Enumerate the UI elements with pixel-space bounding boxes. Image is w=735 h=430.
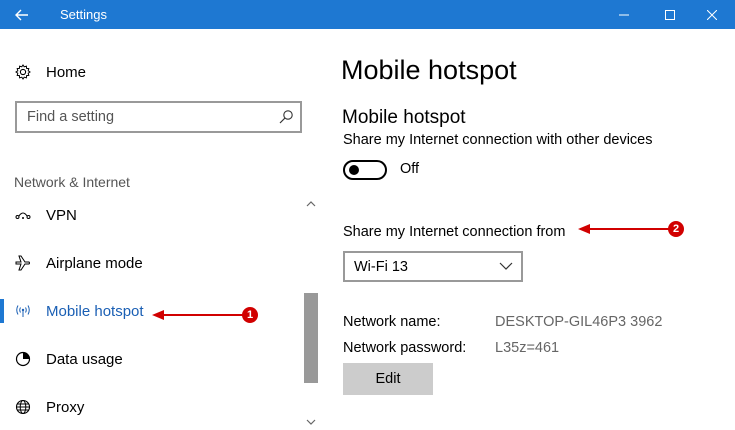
page-title: Mobile hotspot (341, 55, 517, 85)
scroll-up-icon[interactable] (306, 201, 316, 207)
annotation-badge-2: 2 (668, 221, 684, 237)
maximize-button[interactable] (647, 0, 693, 29)
minimize-icon (619, 14, 629, 15)
hotspot-icon (14, 302, 32, 320)
sidebar-item-label: Data usage (46, 350, 123, 368)
dropdown-value: Wi-Fi 13 (354, 259, 408, 275)
network-password-value: L35z=461 (495, 340, 560, 356)
annotation-arrow-1 (152, 310, 245, 320)
network-name-label: Network name: (343, 314, 441, 330)
edit-button[interactable]: Edit (343, 363, 433, 395)
share-from-dropdown[interactable]: Wi-Fi 13 (343, 251, 523, 282)
annotation-badge-1: 1 (242, 307, 258, 323)
close-button[interactable] (689, 0, 735, 29)
network-password-label: Network password: (343, 340, 467, 356)
share-from-label: Share my Internet connection from (343, 224, 566, 240)
search-icon[interactable] (278, 109, 294, 125)
window-title: Settings (60, 7, 107, 22)
vpn-icon (14, 206, 32, 224)
scroll-down-icon[interactable] (306, 419, 316, 425)
sidebar-item-data-usage[interactable]: Data usage (0, 341, 300, 377)
back-button[interactable] (0, 0, 44, 29)
network-name-value: DESKTOP-GIL46P3 3962 (495, 314, 663, 330)
close-icon (707, 9, 717, 20)
section-title: Mobile hotspot (342, 107, 466, 128)
back-arrow-icon (15, 9, 28, 20)
toggle-knob (349, 165, 359, 175)
maximize-icon (665, 9, 675, 20)
minimize-button[interactable] (601, 0, 647, 29)
title-bar: Settings (0, 0, 735, 29)
data-usage-icon (14, 350, 32, 368)
sidebar-item-label: VPN (46, 206, 77, 224)
active-indicator (0, 299, 4, 323)
sidebar-scrollbar[interactable] (302, 197, 318, 429)
gear-icon (14, 63, 32, 81)
chevron-down-icon (499, 262, 513, 270)
toggle-state-label: Off (400, 161, 420, 177)
sidebar-item-airplane-mode[interactable]: Airplane mode (0, 245, 300, 281)
share-description: Share my Internet connection with other … (343, 132, 653, 148)
sidebar-item-vpn[interactable]: VPN (0, 197, 300, 233)
search-box[interactable] (15, 101, 302, 133)
scrollbar-thumb[interactable] (304, 293, 318, 383)
hotspot-toggle[interactable] (343, 160, 387, 180)
sidebar: Home Network & Internet VPN (0, 29, 320, 430)
airplane-icon (14, 254, 32, 272)
annotation-arrow-2 (578, 224, 672, 234)
sidebar-home[interactable]: Home (14, 61, 86, 83)
section-heading: Network & Internet (14, 174, 130, 190)
home-label: Home (46, 63, 87, 81)
sidebar-item-label: Proxy (46, 398, 85, 416)
sidebar-item-label: Mobile hotspot (46, 302, 144, 320)
search-input[interactable] (17, 103, 267, 131)
globe-icon (14, 398, 32, 416)
sidebar-item-proxy[interactable]: Proxy (0, 389, 300, 425)
sidebar-item-label: Airplane mode (46, 254, 143, 272)
